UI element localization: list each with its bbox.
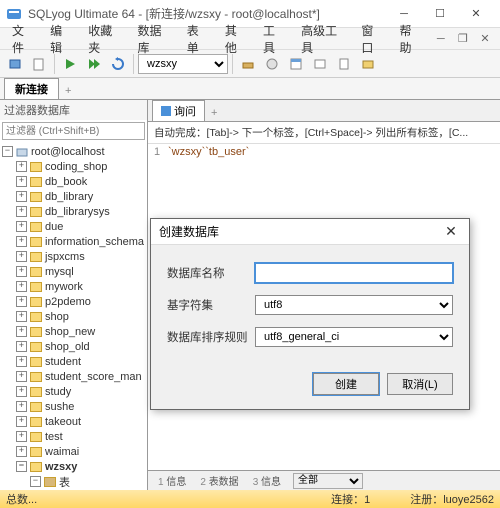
tool-btn-5[interactable] (333, 53, 355, 75)
query-icon (161, 106, 171, 116)
scope-select[interactable]: 全部 (293, 473, 363, 489)
add-query-tab[interactable]: + (205, 105, 223, 121)
dialog-close-button[interactable]: ✕ (441, 223, 461, 240)
create-button[interactable]: 创建 (313, 373, 379, 395)
tree-db[interactable]: +student (2, 354, 145, 369)
tree-db[interactable]: +sushe (2, 399, 145, 414)
result-tab-1[interactable]: 1 信息 (152, 472, 192, 489)
connection-tabs: 新连接 + (0, 78, 500, 100)
collation-label: 数据库排序规则 (167, 329, 255, 345)
dialog-title: 创建数据库 (159, 223, 441, 240)
tree-db[interactable]: +jspxcms (2, 249, 145, 264)
menu-other[interactable]: 其他 (217, 20, 255, 58)
tree-db[interactable]: +shop (2, 309, 145, 324)
tree-db[interactable]: +db_library (2, 189, 145, 204)
database-tree: −root@localhost +coding_shop+db_book+db_… (0, 142, 147, 490)
menubar: 文件 编辑 收藏夹 数据库 表单 其他 工具 高级工具 窗口 帮助 ─ ❐ ✕ (0, 28, 500, 50)
mdi-minimize-button[interactable]: ─ (430, 29, 452, 49)
tree-db[interactable]: +coding_shop (2, 159, 145, 174)
dialog-titlebar[interactable]: 创建数据库 ✕ (151, 219, 469, 245)
menu-database[interactable]: 数据库 (129, 20, 178, 58)
result-tab-2[interactable]: 2 表数据 (194, 472, 244, 489)
menu-window[interactable]: 窗口 (353, 20, 391, 58)
tool-btn-4[interactable] (309, 53, 331, 75)
mdi-close-button[interactable]: ✕ (474, 29, 496, 49)
refresh-button[interactable] (107, 53, 129, 75)
tree-db[interactable]: +mysql (2, 264, 145, 279)
mdi-restore-button[interactable]: ❐ (452, 29, 474, 49)
tree-db[interactable]: +takeout (2, 414, 145, 429)
tree-db[interactable]: +due (2, 219, 145, 234)
tree-db[interactable]: +shop_old (2, 339, 145, 354)
tree-db[interactable]: +mywork (2, 279, 145, 294)
tree-root[interactable]: −root@localhost (2, 144, 145, 159)
tree-db[interactable]: +information_schema (2, 234, 145, 249)
db-name-input[interactable] (255, 263, 453, 283)
sidebar-header: 过滤器数据库 (0, 100, 147, 120)
new-query-button[interactable] (28, 53, 50, 75)
cancel-button[interactable]: 取消(L) (387, 373, 453, 395)
execute-button[interactable] (59, 53, 81, 75)
query-tab[interactable]: 询问 (152, 100, 205, 121)
connection-tab[interactable]: 新连接 (4, 78, 59, 99)
menu-tools[interactable]: 工具 (255, 20, 293, 58)
code-line[interactable]: 1 `wzsxy``tb_user` (148, 144, 500, 160)
line-number: 1 (154, 146, 168, 158)
result-tabs: 1 信息 2 表数据 3 信息 全部 (148, 470, 500, 490)
tree-db[interactable]: +waimai (2, 444, 145, 459)
menu-file[interactable]: 文件 (4, 20, 42, 58)
database-select[interactable]: wzsxy (138, 54, 228, 74)
charset-label: 基字符集 (167, 297, 255, 313)
tree-db[interactable]: +db_book (2, 174, 145, 189)
code-text: `wzsxy``tb_user` (168, 146, 249, 158)
menu-advtools[interactable]: 高级工具 (293, 20, 353, 58)
add-connection-button[interactable]: + (59, 83, 77, 99)
tree-db[interactable]: +test (2, 429, 145, 444)
tree-table-item[interactable]: +tb_user (2, 489, 145, 490)
create-database-dialog: 创建数据库 ✕ 数据库名称 基字符集 utf8 数据库排序规则 utf8_gen… (150, 218, 470, 410)
tree-db[interactable]: +shop_new (2, 324, 145, 339)
tool-btn-1[interactable] (237, 53, 259, 75)
tool-btn-2[interactable] (261, 53, 283, 75)
collation-select[interactable]: utf8_general_ci (255, 327, 453, 347)
tree-db-active[interactable]: −wzsxy (2, 459, 145, 474)
tree-tables[interactable]: −表 (2, 474, 145, 489)
menu-favorites[interactable]: 收藏夹 (80, 20, 129, 58)
sidebar: 过滤器数据库 −root@localhost +coding_shop+db_b… (0, 100, 148, 490)
autocomplete-hint: 自动完成：[Tab]-> 下一个标签，[Ctrl+Space]-> 列出所有标签… (148, 122, 500, 144)
tool-btn-3[interactable] (285, 53, 307, 75)
menu-edit[interactable]: 编辑 (42, 20, 80, 58)
new-connection-button[interactable] (4, 53, 26, 75)
statusbar: 总数... 连接：1 注册：luoye2562 (0, 490, 500, 508)
db-name-label: 数据库名称 (167, 265, 255, 281)
filter-input[interactable] (2, 122, 145, 140)
charset-select[interactable]: utf8 (255, 295, 453, 315)
tree-db[interactable]: +study (2, 384, 145, 399)
result-tab-3[interactable]: 3 信息 (247, 472, 287, 489)
menu-table[interactable]: 表单 (179, 20, 217, 58)
menu-help[interactable]: 帮助 (392, 20, 430, 58)
close-button[interactable]: ✕ (458, 0, 494, 28)
execute-all-button[interactable] (83, 53, 105, 75)
tree-db[interactable]: +student_score_man (2, 369, 145, 384)
tree-db[interactable]: +p2pdemo (2, 294, 145, 309)
tool-btn-6[interactable] (357, 53, 379, 75)
query-tabs: 询问 + (148, 100, 500, 122)
tree-db[interactable]: +db_librarysys (2, 204, 145, 219)
